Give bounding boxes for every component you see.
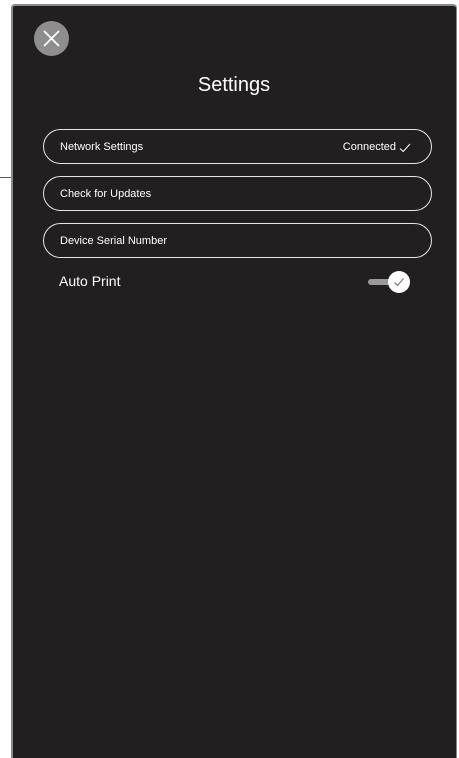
network-settings-label: Network Settings [60,141,144,153]
network-status-text: Connected [342,141,396,153]
close-icon [43,30,60,47]
checkmark-icon [399,143,411,152]
auto-print-toggle[interactable] [367,271,413,293]
toggle-knob [388,271,410,293]
auto-print-label: Auto Print [59,273,121,289]
close-button[interactable] [34,21,69,56]
check-for-updates-label: Check for Updates [60,188,152,200]
network-settings-button[interactable]: Network Settings Connected [43,129,432,164]
device-serial-number-button[interactable]: Device Serial Number [43,223,432,258]
settings-panel [11,4,457,758]
device-serial-number-label: Device Serial Number [60,235,167,247]
check-for-updates-button[interactable]: Check for Updates [43,176,432,211]
page-title: Settings [197,74,271,96]
network-status: Connected [343,141,411,154]
checkmark-icon [394,278,404,287]
